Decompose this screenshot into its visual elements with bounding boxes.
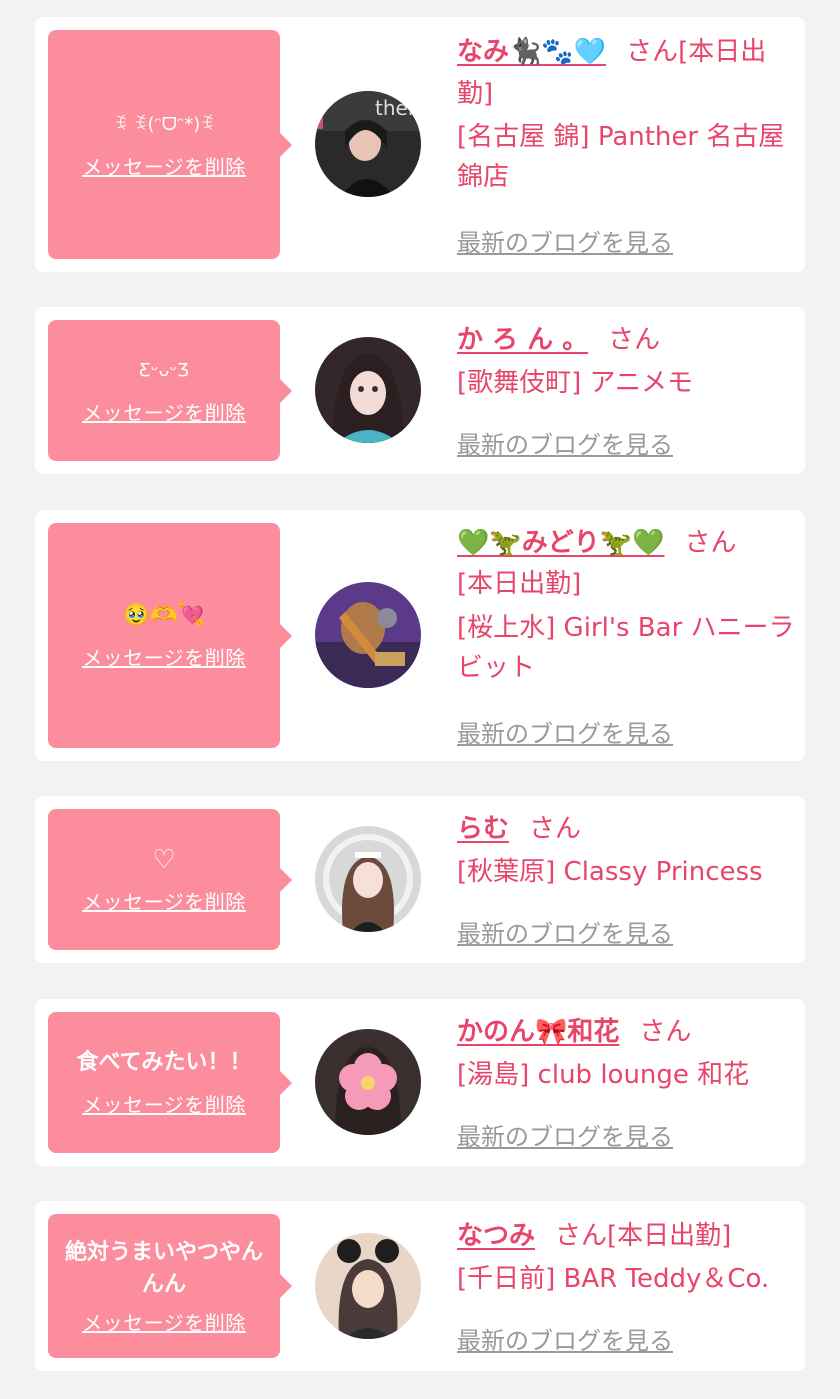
shop-info: [秋葉原] Classy Princess [457, 857, 763, 887]
name-line: かのん🎀和花 さん [457, 1011, 797, 1053]
latest-blog-link[interactable]: 最新のブログを見る [457, 223, 673, 258]
delete-message-link[interactable]: メッセージを削除 [82, 397, 246, 426]
cast-card: 絶対うまいやつやんんん メッセージを削除 なつみ さん[本日出勤] [千日前] B… [35, 1201, 805, 1371]
latest-blog-link[interactable]: 最新のブログを見る [457, 914, 673, 949]
cast-card: ꉂ ꉂ(ᵔᗜᵔ*)ꉂ メッセージを削除 ther なみ🐈‍⬛🐾🩵 さん[本日出勤]… [35, 17, 805, 272]
cast-name-link[interactable]: なつみ [457, 1221, 535, 1251]
shop-info: [千日前] BAR Teddy＆Co. [457, 1264, 770, 1294]
cast-info: 💚🦖みどり🦖💚 さん [本日出勤] [桜上水] Girl's Bar ハニーラビッ… [457, 522, 797, 688]
shop-info: [歌舞伎町] アニメモ [457, 368, 694, 398]
name-line: か ろ ん 。さん [457, 319, 797, 361]
latest-blog-link[interactable]: 最新のブログを見る [457, 714, 673, 749]
cast-name-link[interactable]: らむ [457, 814, 509, 844]
cast-name-link[interactable]: なみ🐈‍⬛🐾🩵 [457, 37, 606, 67]
message-bubble: ꉂ ꉂ(ᵔᗜᵔ*)ꉂ メッセージを削除 [48, 30, 292, 259]
avatar[interactable] [315, 826, 421, 932]
avatar[interactable] [315, 1233, 421, 1339]
shop-info: [湯島] club lounge 和花 [457, 1060, 750, 1090]
message-bubble: 絶対うまいやつやんんん メッセージを削除 [48, 1214, 292, 1358]
avatar[interactable] [315, 582, 421, 688]
delete-message-link[interactable]: メッセージを削除 [82, 1307, 246, 1336]
message-bubble: ♡ メッセージを削除 [48, 809, 292, 950]
cast-info: か ろ ん 。さん [歌舞伎町] アニメモ [457, 319, 797, 403]
shop-info: [桜上水] Girl's Bar ハニーラビット [457, 613, 795, 683]
latest-blog-link[interactable]: 最新のブログを見る [457, 425, 673, 460]
name-line: なつみ さん[本日出勤] [457, 1215, 797, 1257]
message-bubble: 食べてみたい！！ メッセージを削除 [48, 1012, 292, 1153]
message-text: ƸᵕᴗᵕƷ [139, 360, 189, 381]
latest-blog-link[interactable]: 最新のブログを見る [457, 1321, 673, 1356]
delete-message-link[interactable]: メッセージを削除 [82, 1089, 246, 1118]
delete-message-link[interactable]: メッセージを削除 [82, 151, 246, 180]
cast-card: 食べてみたい！！ メッセージを削除 かのん🎀和花 さん [湯島] club lo… [35, 999, 805, 1166]
attendance-status: [本日出勤] [607, 1221, 732, 1251]
message-text: 絶対うまいやつやんんん [64, 1239, 263, 1297]
message-bubble: ƸᵕᴗᵕƷ メッセージを削除 [48, 320, 292, 461]
avatar[interactable]: ther [315, 91, 421, 197]
name-line: らむ さん [457, 808, 797, 850]
cast-info: なみ🐈‍⬛🐾🩵 さん[本日出勤] [名古屋 錦] Panther 名古屋錦店 [457, 31, 797, 197]
honorific: さん [639, 1017, 692, 1047]
message-bubble: 🥹🫶💘 メッセージを削除 [48, 523, 292, 748]
honorific: さん [529, 814, 582, 844]
attendance-status: [本日出勤] [457, 569, 582, 599]
cast-card: ƸᵕᴗᵕƷ メッセージを削除 か ろ ん 。さん [歌舞伎町] アニメモ 最新の… [35, 307, 805, 474]
cast-name-link[interactable]: 💚🦖みどり🦖💚 [457, 528, 665, 558]
honorific: さん [626, 37, 679, 67]
latest-blog-link[interactable]: 最新のブログを見る [457, 1117, 673, 1152]
cast-info: なつみ さん[本日出勤] [千日前] BAR Teddy＆Co. [457, 1215, 797, 1299]
message-text: 🥹🫶💘 [122, 603, 206, 628]
message-text: ꉂ ꉂ(ᵔᗜᵔ*)ꉂ [113, 114, 215, 135]
honorific: さん [555, 1221, 608, 1251]
shop-info: [名古屋 錦] Panther 名古屋錦店 [457, 122, 785, 192]
name-line: なみ🐈‍⬛🐾🩵 さん[本日出勤] [457, 31, 797, 115]
message-text: ♡ [152, 845, 176, 875]
cast-card: 🥹🫶💘 メッセージを削除 💚🦖みどり🦖💚 さん [本日出勤] [桜上水] Girl… [35, 510, 805, 761]
cast-name-link[interactable]: かのん🎀和花 [457, 1017, 619, 1047]
delete-message-link[interactable]: メッセージを削除 [82, 642, 246, 671]
avatar[interactable] [315, 1029, 421, 1135]
cast-info: らむ さん [秋葉原] Classy Princess [457, 808, 797, 892]
honorific: さん [608, 325, 661, 355]
cast-info: かのん🎀和花 さん [湯島] club lounge 和花 [457, 1011, 797, 1095]
cast-card: ♡ メッセージを削除 らむ さん [秋葉原] Classy Princess 最新… [35, 796, 805, 963]
delete-message-link[interactable]: メッセージを削除 [82, 886, 246, 915]
avatar[interactable] [315, 337, 421, 443]
svg-text:ther: ther [375, 96, 417, 120]
message-text: 食べてみたい！！ [76, 1050, 252, 1075]
favorite-cast-list: ꉂ ꉂ(ᵔᗜᵔ*)ꉂ メッセージを削除 ther なみ🐈‍⬛🐾🩵 さん[本日出勤]… [0, 0, 840, 1399]
cast-name-link[interactable]: か ろ ん 。 [457, 325, 588, 355]
honorific: さん [684, 528, 737, 558]
name-line: 💚🦖みどり🦖💚 さん [457, 522, 797, 564]
